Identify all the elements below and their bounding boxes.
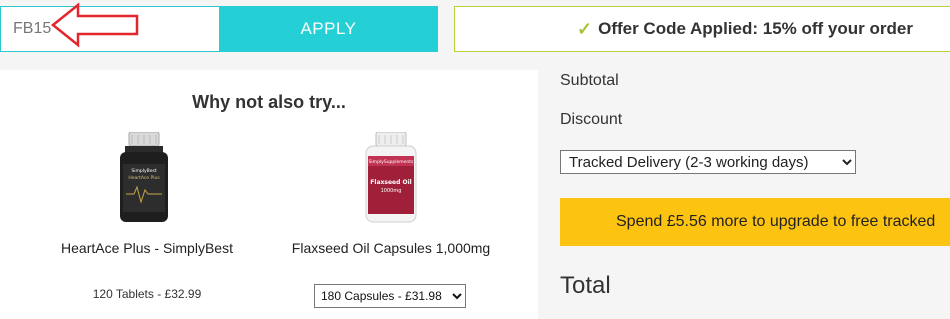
label-product-text: HeartAce Plus [128,175,160,181]
product-name-flaxseed[interactable]: Flaxseed Oil Capsules 1,000mg [270,240,512,256]
product-price-heartace: 120 Tablets - £32.99 [92,287,202,301]
product-name-heartace[interactable]: HeartAce Plus - SimplyBest [0,240,294,256]
free-delivery-upgrade-banner: Spend £5.56 more to upgrade to free trac… [560,198,950,246]
label-dose-text: 1000mg [381,188,402,194]
discount-label: Discount [560,111,623,128]
red-arrow-annotation-icon [50,2,139,48]
recommendations-title: Why not also try... [192,92,346,112]
upgrade-text: Spend £5.56 more to upgrade to free trac… [616,213,936,230]
offer-applied-banner: ✓ Offer Code Applied: 15% off your order [454,6,950,52]
checkmark-icon: ✓ [577,18,593,39]
product-image-flaxseed[interactable]: SimplySupplements Flaxseed Oil 1000mg [362,132,420,224]
apply-coupon-button[interactable]: APPLY [219,6,438,52]
label-product-text: Flaxseed Oil [370,179,411,186]
flaxseed-variant-select[interactable]: 180 Capsules - £31.98 [314,284,466,308]
total-label: Total [560,272,611,299]
recommendations-panel: Why not also try... SimplyBest HeartAce … [0,70,538,319]
label-brand-text: SimplyBest [131,168,156,174]
offer-applied-text: Offer Code Applied: 15% off your order [598,19,913,38]
label-brand-text: SimplySupplements [369,159,414,165]
product-image-heartace[interactable]: SimplyBest HeartAce Plus [116,132,172,224]
delivery-method-select[interactable]: Tracked Delivery (2-3 working days) [560,150,856,174]
subtotal-label: Subtotal [560,72,619,89]
